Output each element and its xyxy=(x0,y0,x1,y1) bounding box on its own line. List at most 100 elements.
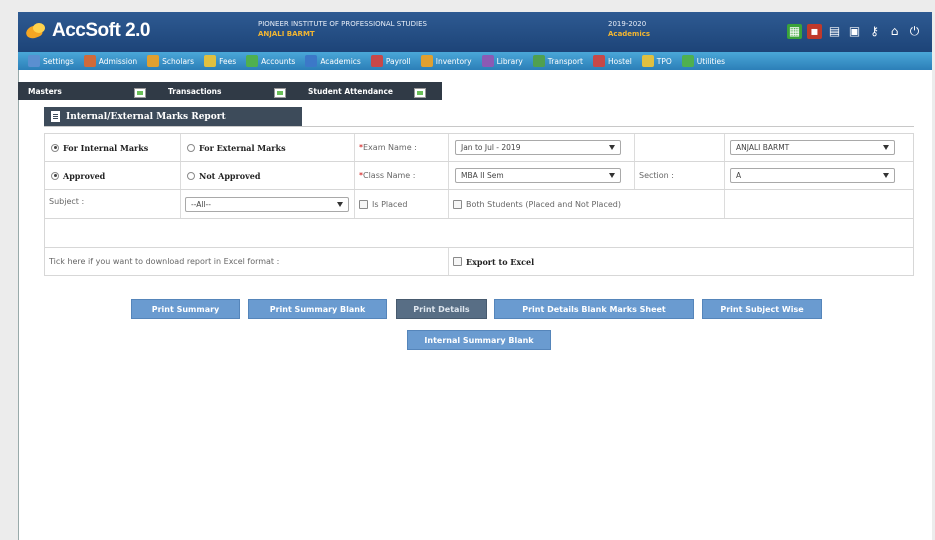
exam-name-label: *Exam Name : xyxy=(359,143,417,152)
academics-icon xyxy=(305,55,318,67)
menu-hostel[interactable]: Hostel xyxy=(589,52,638,70)
form-row-approval: Approved Not Approved *Class Name : MBA … xyxy=(44,161,914,190)
not-approved-radio[interactable] xyxy=(187,171,195,180)
app-logo[interactable]: AccSoft 2.0 xyxy=(26,20,150,42)
power-icon[interactable]: ⏻ xyxy=(907,24,922,39)
key-icon[interactable]: ⚷ xyxy=(867,24,882,39)
not-approved-option[interactable]: Not Approved xyxy=(181,162,355,189)
chevron-down-icon xyxy=(609,173,615,178)
print-subject-wise-button[interactable]: Print Subject Wise xyxy=(702,299,822,319)
menu-scholars[interactable]: Scholars xyxy=(143,52,200,70)
menu-label: Admission xyxy=(98,56,138,66)
external-marks-option[interactable]: For External Marks xyxy=(181,134,355,161)
export-excel-option[interactable]: Export to Excel xyxy=(449,248,913,275)
print-details-button[interactable]: Print Details xyxy=(396,299,487,319)
class-name-select[interactable]: MBA II Sem xyxy=(455,168,621,183)
submenu-student-attendance[interactable]: Student Attendance xyxy=(298,82,438,100)
internal-marks-radio[interactable] xyxy=(51,143,59,152)
subject-cell: --All-- xyxy=(181,190,355,218)
subject-label-cell: Subject : xyxy=(45,190,181,218)
menu-label: Academics xyxy=(320,56,361,66)
both-students-checkbox[interactable] xyxy=(453,199,462,209)
home-icon[interactable]: ⌂ xyxy=(887,24,902,39)
subject-select[interactable]: --All-- xyxy=(185,196,349,212)
internal-marks-label: For Internal Marks xyxy=(63,142,149,153)
not-approved-label: Not Approved xyxy=(199,170,261,181)
menu-utilities[interactable]: Utilities xyxy=(678,52,731,70)
internal-summary-blank-button[interactable]: Internal Summary Blank xyxy=(407,330,551,350)
app-title: AccSoft 2.0 xyxy=(52,20,150,41)
accounts-icon xyxy=(246,55,259,67)
print-summary-button[interactable]: Print Summary xyxy=(131,299,240,319)
report-icon xyxy=(51,111,60,122)
external-marks-label: For External Marks xyxy=(199,142,286,153)
session-module: Academics xyxy=(608,30,651,38)
menu-fees[interactable]: Fees xyxy=(200,52,242,70)
menu-library[interactable]: Library xyxy=(478,52,529,70)
menu-admission[interactable]: Admission xyxy=(80,52,143,70)
institute-name: PIONEER INSTITUTE OF PROFESSIONAL STUDIE… xyxy=(258,20,427,28)
menu-label: Utilities xyxy=(696,56,726,66)
menu-tpo[interactable]: TPO xyxy=(638,52,678,70)
subject-label: Subject : xyxy=(49,197,85,206)
excel-hint-cell: Tick here if you want to download report… xyxy=(45,248,449,275)
class-name-label-text: Class Name : xyxy=(363,171,416,180)
class-name-cell: MBA II Sem xyxy=(449,162,635,189)
export-excel-checkbox[interactable] xyxy=(453,257,462,266)
faculty-cell: ANJALI BARMT xyxy=(725,134,913,161)
divider xyxy=(44,126,914,127)
menu-settings[interactable]: Settings xyxy=(24,52,80,70)
export-excel-label: Export to Excel xyxy=(466,256,535,267)
subject-value: --All-- xyxy=(191,199,211,209)
menu-inventory[interactable]: Inventory xyxy=(417,52,478,70)
exam-name-value: Jan to Jul - 2019 xyxy=(461,143,521,152)
menu-label: Accounts xyxy=(261,56,296,66)
form-row-blank xyxy=(44,218,914,248)
user-name: ANJALI BARMT xyxy=(258,30,315,38)
both-students-option[interactable]: Both Students (Placed and Not Placed) xyxy=(449,190,725,218)
excel-hint-text: Tick here if you want to download report… xyxy=(49,257,280,266)
document-icon[interactable]: ▤ xyxy=(827,24,842,39)
library-icon xyxy=(481,55,494,67)
submenu-masters[interactable]: Masters xyxy=(18,82,158,100)
transport-icon xyxy=(532,55,545,67)
dropdown-icon xyxy=(274,88,286,98)
approved-option[interactable]: Approved xyxy=(45,162,181,189)
print-summary-blank-button[interactable]: Print Summary Blank xyxy=(248,299,387,319)
menu-academics[interactable]: Academics xyxy=(301,52,367,70)
internal-marks-option[interactable]: For Internal Marks xyxy=(45,134,181,161)
is-placed-checkbox[interactable] xyxy=(359,199,368,209)
chevron-down-icon xyxy=(883,145,889,150)
payroll-icon xyxy=(370,55,383,67)
section-select[interactable]: A xyxy=(730,168,895,183)
menu-label: Settings xyxy=(43,56,74,66)
menu-label: Library xyxy=(496,56,523,66)
submenu-transactions[interactable]: Transactions xyxy=(158,82,298,100)
faculty-select[interactable]: ANJALI BARMT xyxy=(730,140,895,155)
menu-accounts[interactable]: Accounts xyxy=(242,52,301,70)
dropdown-icon xyxy=(134,88,146,98)
class-name-label: *Class Name : xyxy=(359,171,416,180)
folder-icon[interactable]: ▪ xyxy=(807,24,822,39)
logo-icon xyxy=(26,23,48,39)
menu-payroll[interactable]: Payroll xyxy=(367,52,417,70)
utilities-icon xyxy=(681,55,694,67)
empty-cell xyxy=(635,134,725,161)
section-label-cell: Section : xyxy=(635,162,725,189)
document-icon[interactable]: ▣ xyxy=(847,24,862,39)
exam-name-select[interactable]: Jan to Jul - 2019 xyxy=(455,140,621,155)
menu-label: Transport xyxy=(547,56,583,66)
approved-radio[interactable] xyxy=(51,171,59,180)
external-marks-radio[interactable] xyxy=(187,143,195,152)
fees-icon xyxy=(204,55,217,67)
grid-icon[interactable]: ▦ xyxy=(787,24,802,39)
menu-transport[interactable]: Transport xyxy=(529,52,589,70)
section-cell: A xyxy=(725,162,913,189)
print-details-blank-button[interactable]: Print Details Blank Marks Sheet xyxy=(494,299,694,319)
is-placed-option[interactable]: Is Placed xyxy=(355,190,449,218)
institute-info: PIONEER INSTITUTE OF PROFESSIONAL STUDIE… xyxy=(258,19,427,39)
is-placed-label: Is Placed xyxy=(372,199,408,209)
form-row-marks-type: For Internal Marks For External Marks *E… xyxy=(44,133,914,162)
submenu-label: Student Attendance xyxy=(308,86,394,96)
submenu-label: Masters xyxy=(28,86,62,96)
